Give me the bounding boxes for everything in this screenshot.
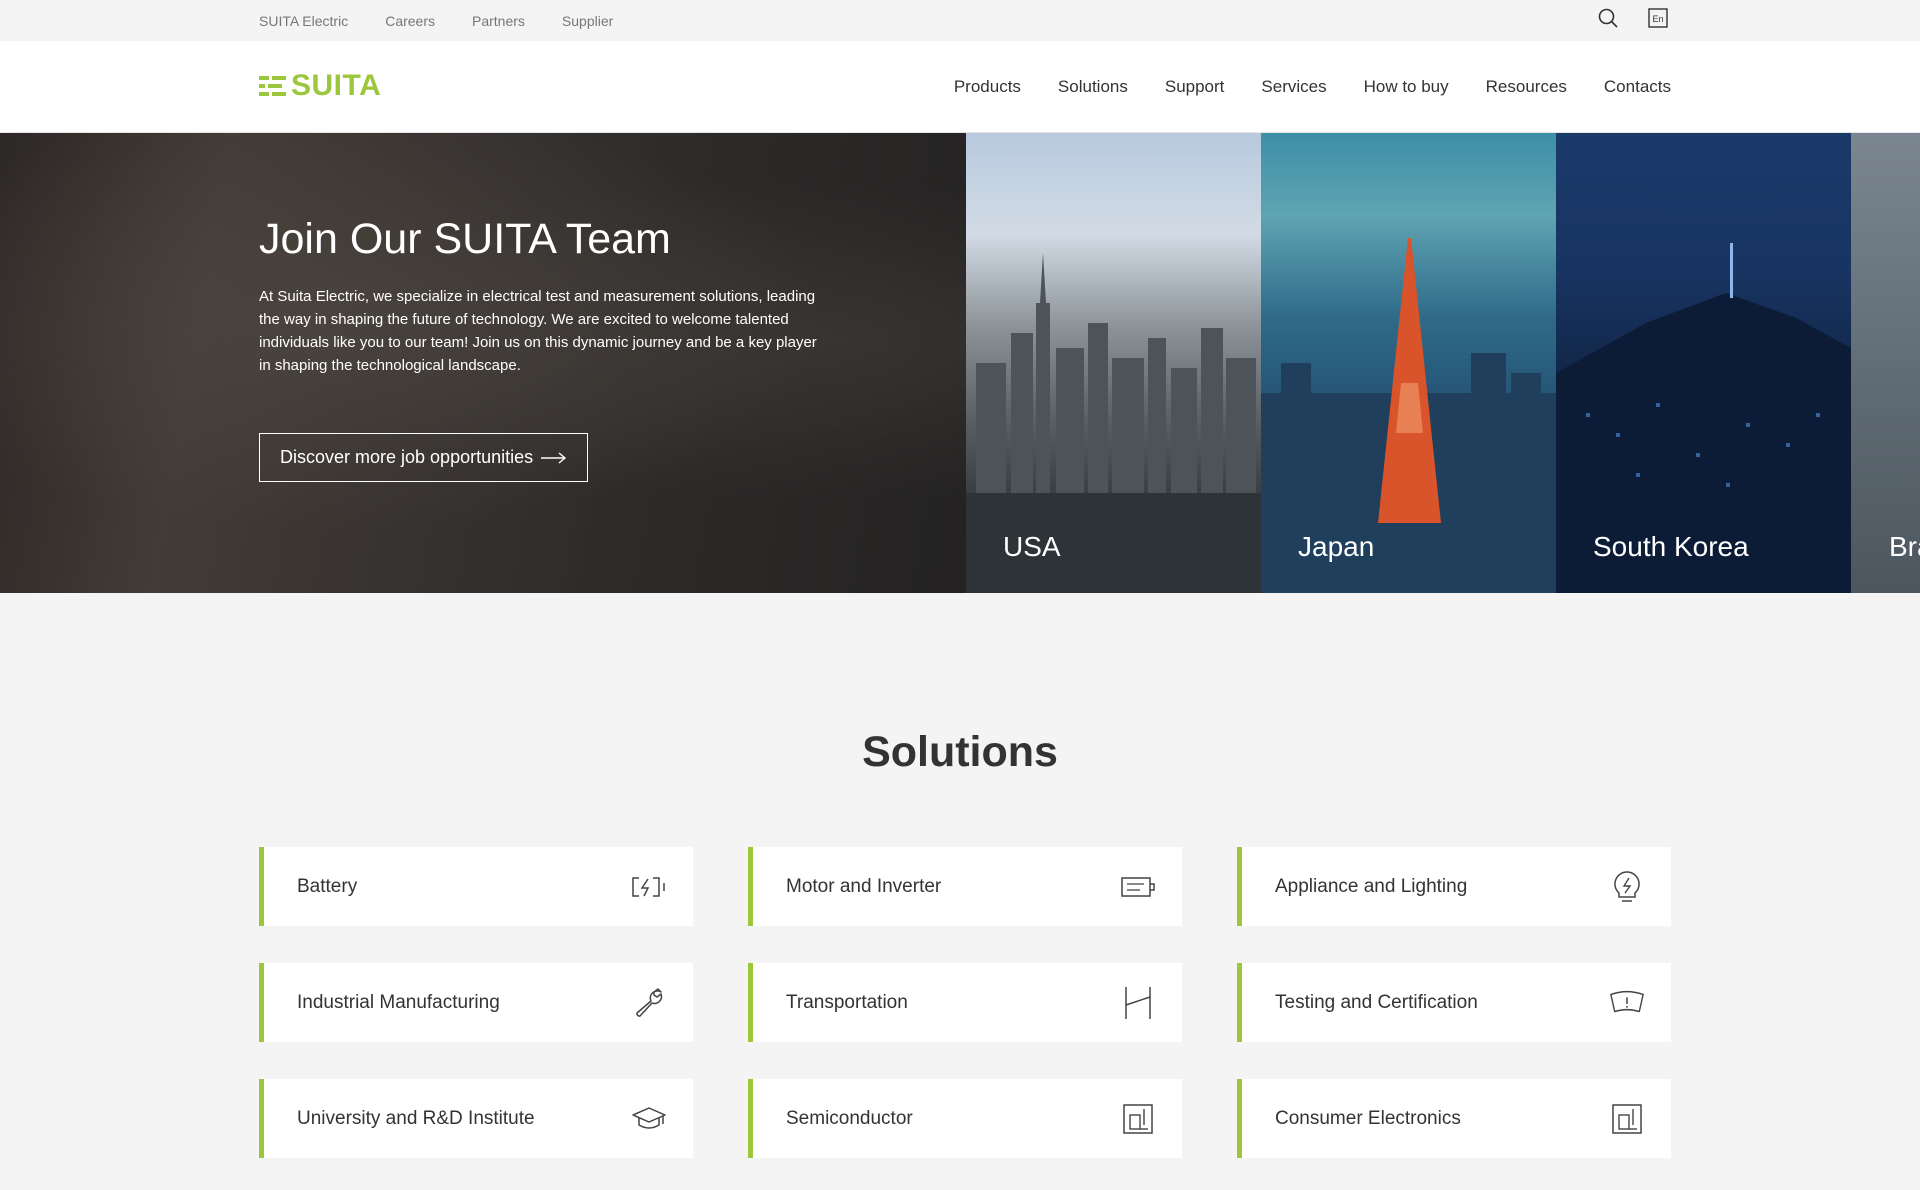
graduation-cap-icon xyxy=(631,1101,667,1137)
careers-hero: Join Our SUITA Team At Suita Electric, w… xyxy=(0,133,1920,593)
language-selector[interactable]: En xyxy=(1646,6,1670,30)
bulb-icon xyxy=(1609,869,1645,905)
top-link-suita-electric[interactable]: SUITA Electric xyxy=(259,13,348,29)
nav-products[interactable]: Products xyxy=(954,77,1021,97)
battery-icon xyxy=(631,869,667,905)
solution-card-semiconductor[interactable]: Semiconductor xyxy=(748,1079,1182,1158)
main-nav: Products Solutions Support Services How … xyxy=(954,41,1671,133)
usa-skyline-image xyxy=(966,253,1261,593)
logo-mark-icon xyxy=(259,76,286,96)
city-card-japan[interactable]: Japan xyxy=(1261,133,1556,593)
motor-icon xyxy=(1120,869,1156,905)
solution-card-consumer-electronics[interactable]: Consumer Electronics xyxy=(1237,1079,1671,1158)
solution-label: Consumer Electronics xyxy=(1275,1107,1461,1129)
solution-card-university-rd[interactable]: University and R&D Institute xyxy=(259,1079,693,1158)
solution-card-battery[interactable]: Battery xyxy=(259,847,693,926)
city-label-usa: USA xyxy=(1003,531,1061,562)
top-link-partners[interactable]: Partners xyxy=(472,13,525,29)
solution-label: University and R&D Institute xyxy=(297,1107,535,1129)
top-links: SUITA Electric Careers Partners Supplier xyxy=(259,0,650,41)
nav-services[interactable]: Services xyxy=(1261,77,1326,97)
search-icon[interactable] xyxy=(1596,6,1620,30)
arrow-right-icon xyxy=(541,451,567,464)
solutions-title: Solutions xyxy=(862,728,1058,776)
solution-label: Transportation xyxy=(786,991,908,1013)
city-card-brazil[interactable]: Bra xyxy=(1851,133,1920,593)
city-card-usa[interactable]: USA xyxy=(966,133,1261,593)
solution-card-motor-inverter[interactable]: Motor and Inverter xyxy=(748,847,1182,926)
solution-label: Appliance and Lighting xyxy=(1275,875,1468,897)
discover-jobs-button[interactable]: Discover more job opportunities xyxy=(259,433,589,482)
wrench-icon xyxy=(631,985,667,1021)
hero-description: At Suita Electric, we specialize in elec… xyxy=(259,288,817,374)
language-label: En xyxy=(1652,14,1663,24)
device-icon xyxy=(1609,1101,1645,1137)
nav-support[interactable]: Support xyxy=(1165,77,1225,97)
top-icons: En xyxy=(1596,6,1670,30)
seoul-night-image xyxy=(1556,243,1851,593)
top-link-careers[interactable]: Careers xyxy=(385,13,435,29)
nav-how-to-buy[interactable]: How to buy xyxy=(1364,77,1449,97)
solution-label: Battery xyxy=(297,875,358,897)
city-card-south-korea[interactable]: South Korea xyxy=(1556,133,1851,593)
tokyo-tower-image xyxy=(1261,238,1556,593)
logo-text: SUITA xyxy=(291,69,382,102)
top-link-supplier[interactable]: Supplier xyxy=(562,13,613,29)
discover-jobs-label: Discover more job opportunities xyxy=(280,447,534,467)
solution-card-appliance-lighting[interactable]: Appliance and Lighting xyxy=(1237,847,1671,926)
solution-label: Motor and Inverter xyxy=(786,875,942,897)
city-label-south-korea: South Korea xyxy=(1593,531,1749,562)
city-label-brazil: Bra xyxy=(1889,531,1920,562)
nav-contacts[interactable]: Contacts xyxy=(1604,77,1671,97)
solutions-grid: Battery Motor and Inverter Appliance and… xyxy=(259,847,1672,1158)
road-icon xyxy=(1120,985,1156,1021)
nav-resources[interactable]: Resources xyxy=(1486,77,1567,97)
top-utility-bar: SUITA Electric Careers Partners Supplier… xyxy=(0,0,1920,41)
nav-solutions[interactable]: Solutions xyxy=(1058,77,1128,97)
solution-card-industrial-manufacturing[interactable]: Industrial Manufacturing xyxy=(259,963,693,1042)
solution-label: Industrial Manufacturing xyxy=(297,991,500,1013)
solution-card-transportation[interactable]: Transportation xyxy=(748,963,1182,1042)
hero-content: Join Our SUITA Team At Suita Electric, w… xyxy=(259,213,819,482)
certification-icon xyxy=(1609,985,1645,1021)
main-header: SUITA Products Solutions Support Service… xyxy=(0,41,1920,133)
city-label-japan: Japan xyxy=(1298,531,1375,562)
chip-icon xyxy=(1120,1101,1156,1137)
solution-card-testing-certification[interactable]: Testing and Certification xyxy=(1237,963,1671,1042)
site-logo[interactable]: SUITA xyxy=(259,71,381,101)
solution-label: Testing and Certification xyxy=(1275,991,1478,1013)
hero-title: Join Our SUITA Team xyxy=(259,215,671,263)
solution-label: Semiconductor xyxy=(786,1107,913,1129)
